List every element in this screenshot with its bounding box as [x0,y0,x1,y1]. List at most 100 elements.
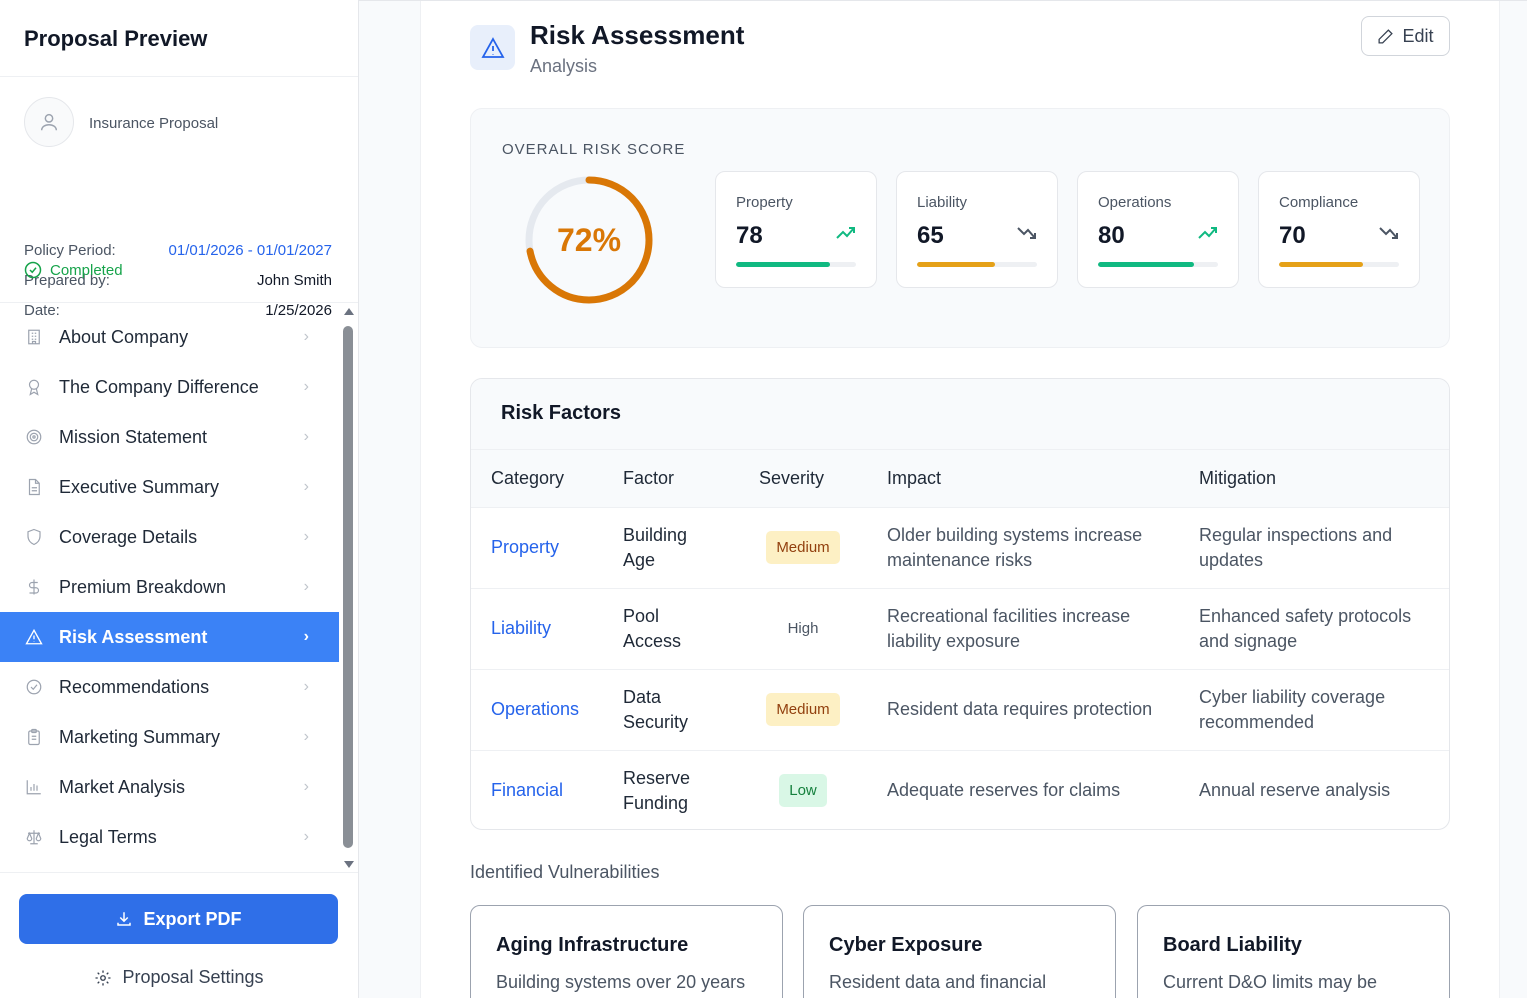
severity-cell: High [739,587,867,669]
metric-value: 65 [917,222,944,249]
vulnerability-card[interactable]: Aging Infrastructure Building systems ov… [470,905,783,998]
chevron-right-icon: › [303,628,309,645]
nav-item-mission-statement[interactable]: Mission Statement › [0,412,339,462]
column-header-impact: Impact [887,467,942,488]
table-row: Property Building Age Medium Older build… [471,506,1449,588]
impact-cell: Adequate reserves for claims [867,749,1179,829]
pencil-icon [1378,28,1394,44]
proposal-settings-link[interactable]: Proposal Settings [0,967,358,988]
severity-cell: Medium [739,506,867,588]
metric-value: 78 [736,222,763,249]
document-icon [24,477,44,497]
proposal-type: Insurance Proposal [89,115,219,132]
vulnerability-desc: Building systems over 20 years [496,972,746,992]
vulnerability-desc: Resident data and financial [829,972,1047,992]
metric-card-compliance: Compliance 70 [1258,171,1420,288]
vulnerability-title: Board Liability [1163,934,1302,956]
vulnerabilities-heading: Identified Vulnerabilities [470,862,660,882]
chevron-right-icon: › [303,828,309,845]
metric-card-liability: Liability 65 [896,171,1058,288]
nav-item-label: Executive Summary [59,476,220,497]
nav-item-coverage-details[interactable]: Coverage Details › [0,512,339,562]
nav-item-about-company[interactable]: About Company › [0,312,339,362]
vulnerability-title: Aging Infrastructure [496,934,689,956]
section-icon-box [470,25,515,70]
metric-progress-fill [1098,262,1194,267]
mitigation-cell: Annual reserve analysis [1179,749,1449,829]
impact-cell: Older building systems increase maintena… [867,506,1179,588]
chevron-right-icon: › [303,678,309,695]
vulnerability-card[interactable]: Board Liability Current D&O limits may b… [1137,905,1450,998]
avatar [24,97,74,147]
sidebar-title: Proposal Preview [24,26,208,51]
chevron-right-icon: › [303,778,309,795]
risk-factors-table: Category Factor Severity Impact Mitigati… [471,450,1449,829]
nav-scrollbar[interactable] [342,308,356,868]
metric-progress-fill [917,262,995,267]
scroll-up-arrow[interactable] [344,308,354,315]
category-link[interactable]: Property [471,506,603,588]
impact-cell: Resident data requires protection [867,668,1179,750]
overall-risk-label: OVERALL RISK SCORE [502,141,686,158]
nav-item-label: Coverage Details [59,526,198,547]
chevron-right-icon: › [303,528,309,545]
metric-name: Operations [1098,194,1172,211]
gear-icon [95,970,111,985]
severity-cell: Low [739,749,867,829]
status-text: Completed [50,261,123,279]
nav-item-marketing-summary[interactable]: Marketing Summary › [0,712,339,762]
nav-item-legal-terms[interactable]: Legal Terms › [0,812,339,862]
edit-button[interactable]: Edit [1361,16,1450,56]
factor-cell: Pool Access [603,587,739,669]
category-link[interactable]: Financial [471,749,603,829]
nav-item-executive-summary[interactable]: Executive Summary › [0,462,339,512]
table-row: Financial Reserve Funding Low Adequate r… [471,749,1449,829]
factor-cell: Building Age [603,506,739,588]
policy-period-label: Policy Period: [24,242,116,259]
category-link[interactable]: Operations [471,668,603,750]
page-subtitle: Analysis [530,56,598,76]
nav-item-premium-breakdown[interactable]: Premium Breakdown › [0,562,339,612]
dollar-icon [24,577,44,597]
table-header-row: Category Factor Severity Impact Mitigati… [471,450,1449,507]
metric-progress-track [917,262,1037,267]
metric-progress-track [1279,262,1399,267]
status-badge: Completed [24,261,123,279]
nav-item-label: About Company [59,326,189,347]
nav-item-recommendations[interactable]: Recommendations › [0,662,339,712]
chevron-right-icon: › [303,728,309,745]
nav-item-company-difference[interactable]: The Company Difference › [0,362,339,412]
scale-icon [24,827,44,847]
chevron-right-icon: › [303,428,309,445]
vulnerability-title: Cyber Exposure [829,934,983,956]
check-circle-icon [24,677,44,697]
check-circle-icon [24,261,42,279]
mitigation-cell: Enhanced safety protocols and signage [1179,587,1449,669]
nav-item-risk-assessment[interactable]: Risk Assessment › [0,612,339,662]
policy-period-value[interactable]: 01/01/2026 - 01/01/2027 [169,242,332,259]
mitigation-cell: Cyber liability coverage recommended [1179,668,1449,750]
nav-item-label: Premium Breakdown [59,576,227,597]
scroll-thumb[interactable] [343,326,353,848]
risk-factors-card: Risk Factors Category Factor Severity Im… [470,378,1450,830]
edit-label: Edit [1402,25,1434,46]
category-link[interactable]: Liability [471,587,603,669]
vulnerability-card[interactable]: Cyber Exposure Resident data and financi… [803,905,1116,998]
nav-item-market-analysis[interactable]: Market Analysis › [0,762,339,812]
metric-progress-track [1098,262,1218,267]
metric-name: Compliance [1279,194,1359,211]
policy-period-row: Policy Period: 01/01/2026 - 01/01/2027 [24,242,332,259]
column-header-factor: Factor [623,467,675,488]
scroll-down-arrow[interactable] [344,861,354,868]
trending-up-icon [1198,227,1217,239]
trending-up-icon [836,227,855,239]
risk-factors-title: Risk Factors [471,379,1449,450]
metric-value: 70 [1279,222,1306,249]
nav-item-label: Recommendations [59,676,210,697]
user-icon [40,113,58,131]
trending-down-icon [1379,227,1398,239]
metric-card-property: Property 78 [715,171,877,288]
target-icon [24,427,44,447]
nav-item-label: Market Analysis [59,776,186,797]
export-pdf-button[interactable]: Export PDF [19,894,338,944]
